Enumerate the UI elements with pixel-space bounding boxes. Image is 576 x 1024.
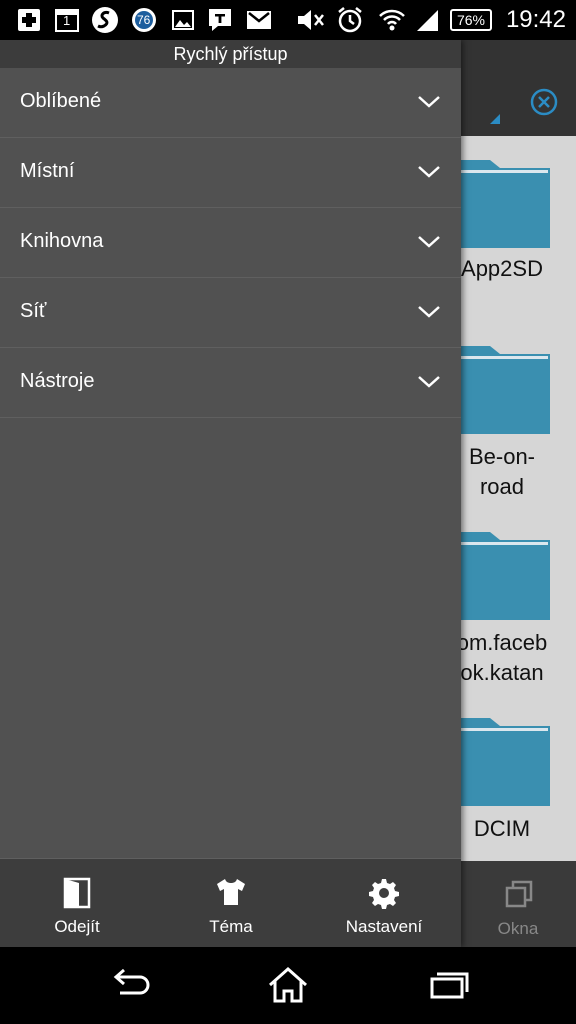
drawer-bottom-bar: Odejít Téma Nastavení [0, 858, 461, 947]
alarm-icon [336, 6, 364, 34]
back-arrow-icon [113, 968, 150, 995]
drawer-item-label: Síť [20, 300, 47, 322]
text-message-icon [206, 6, 234, 34]
exit-button[interactable]: Odejít [0, 859, 154, 947]
chevron-down-icon [418, 376, 440, 388]
settings-label: Nastavení [345, 917, 423, 936]
theme-label: Téma [209, 917, 253, 936]
chevron-down-icon [418, 166, 440, 178]
clock: 19:42 [505, 6, 566, 33]
circle-76-icon: 76 [130, 6, 158, 34]
windows-icon [505, 880, 533, 908]
drawer-item-local[interactable]: Místní [0, 138, 461, 208]
image-icon [170, 6, 196, 34]
email-icon [246, 6, 272, 34]
drawer-item-favorites[interactable]: Oblíbené [0, 68, 461, 138]
gear-icon [369, 879, 399, 909]
recent-apps-icon [430, 972, 469, 999]
status-bar: 1 76 76% 19:42 [0, 0, 576, 40]
windows-label: Okna [497, 919, 539, 938]
calendar-day: 1 [63, 13, 71, 28]
quick-access-drawer: Rychlý přístup Oblíbené Místní Knihovna … [0, 40, 461, 947]
home-button[interactable] [264, 965, 312, 1005]
home-icon [269, 966, 307, 1003]
drawer-item-tools[interactable]: Nástroje [0, 348, 461, 418]
signal-icon [414, 6, 440, 34]
door-icon [63, 877, 91, 909]
exit-label: Odejít [54, 917, 100, 936]
dropdown-corner-icon [490, 114, 500, 124]
badge-number: 76 [137, 13, 151, 27]
windows-button[interactable]: Okna [478, 861, 558, 947]
drawer-item-library[interactable]: Knihovna [0, 208, 461, 278]
battery-icon: 76% [448, 6, 494, 34]
chevron-down-icon [418, 236, 440, 248]
drawer-item-label: Knihovna [20, 230, 104, 252]
drawer-item-label: Oblíbené [20, 90, 102, 112]
muted-speaker-icon [296, 6, 326, 34]
theme-button[interactable]: Téma [154, 859, 308, 947]
close-icon[interactable] [530, 88, 558, 116]
drawer-item-network[interactable]: Síť [0, 278, 461, 348]
chevron-down-icon [418, 306, 440, 318]
drawer-title: Rychlý přístup [0, 40, 461, 68]
back-button[interactable] [106, 965, 154, 1005]
medical-plus-icon [16, 6, 42, 34]
settings-button[interactable]: Nastavení [307, 859, 461, 947]
recent-apps-button[interactable] [424, 965, 472, 1005]
drawer-item-label: Nástroje [20, 370, 95, 392]
calendar-icon: 1 [54, 6, 80, 34]
chevron-down-icon [418, 96, 440, 108]
battery-percent: 76% [456, 12, 486, 28]
drawer-item-label: Místní [20, 160, 75, 182]
swype-icon [90, 6, 120, 34]
wifi-icon [378, 6, 406, 34]
tshirt-icon [217, 879, 245, 905]
system-navigation-bar [0, 947, 576, 1024]
